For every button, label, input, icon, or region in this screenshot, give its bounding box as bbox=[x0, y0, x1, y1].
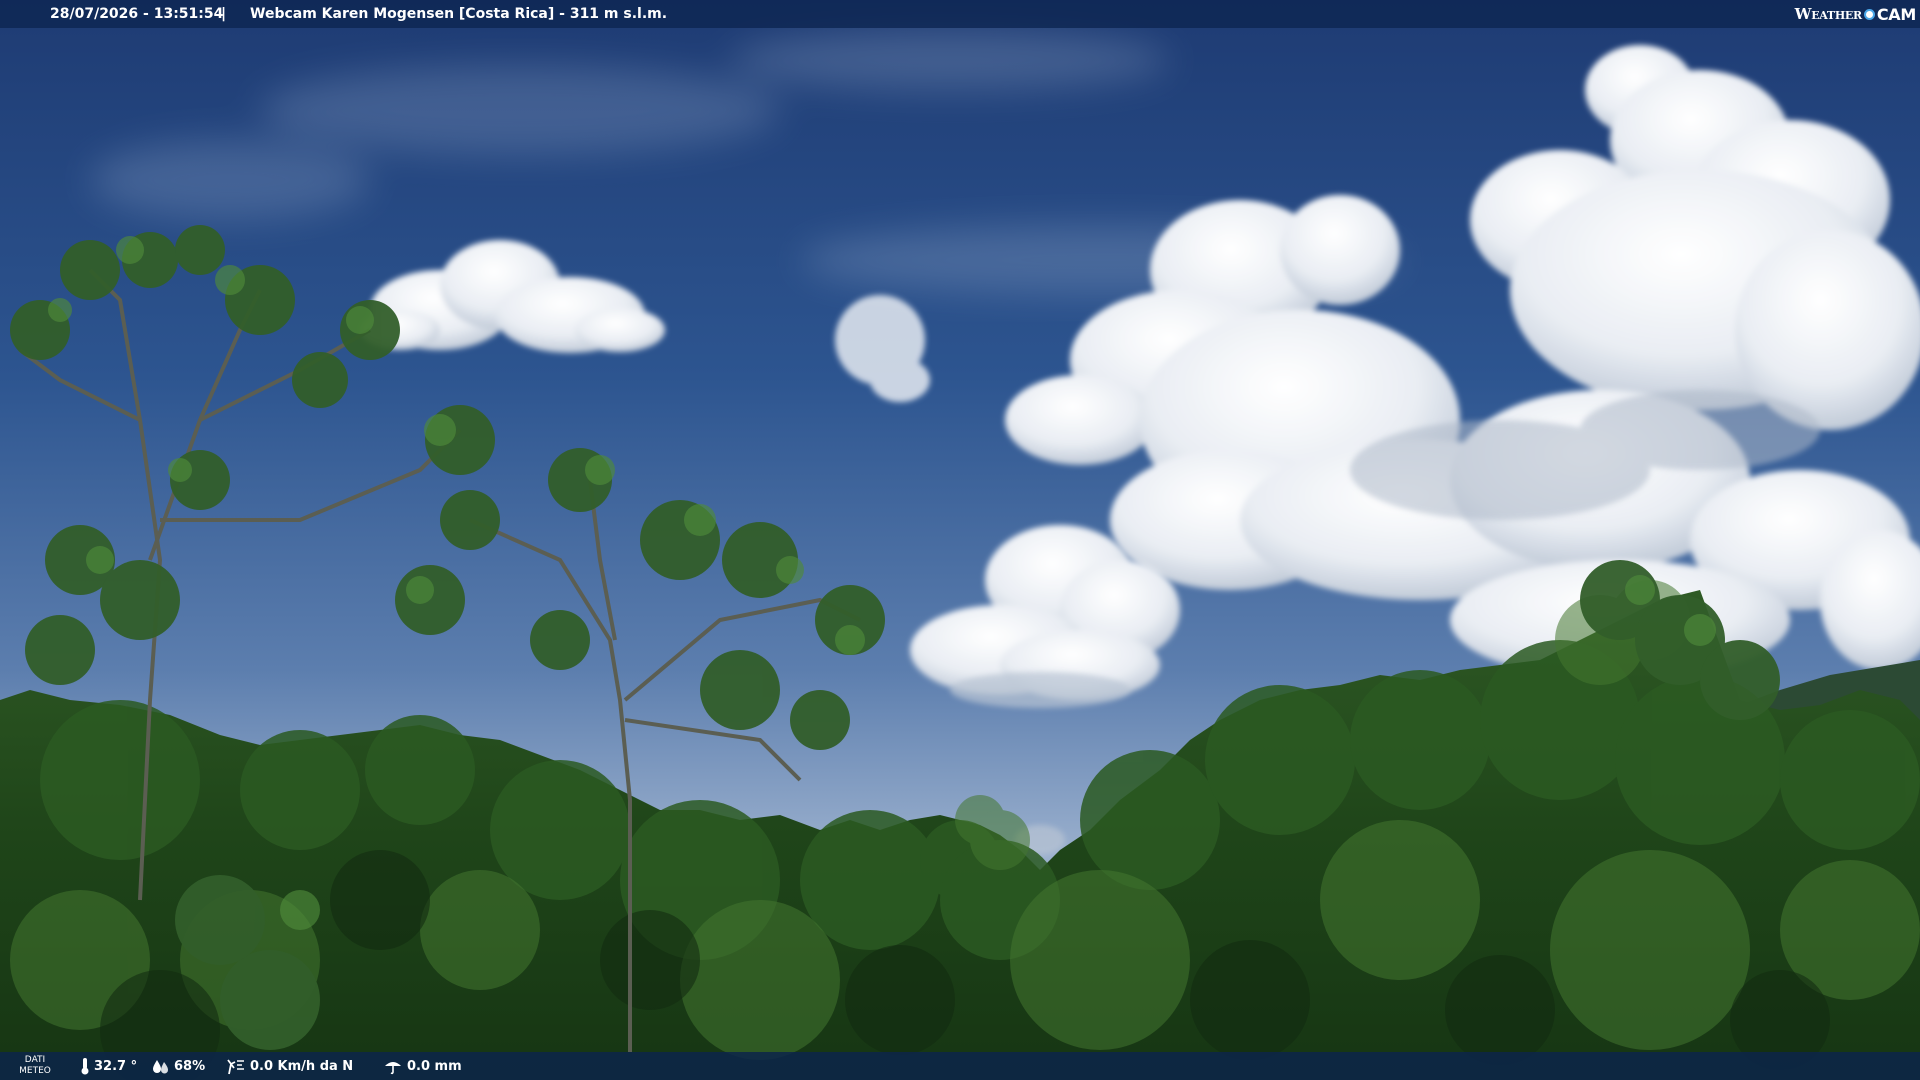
header-separator: | bbox=[221, 6, 227, 22]
meteo-label-line1: DATI bbox=[24, 1055, 46, 1065]
humidity-icon bbox=[153, 1060, 168, 1074]
temperature-reading: 32.7 ° bbox=[80, 1052, 137, 1080]
rain-value: 0.0 mm bbox=[407, 1058, 462, 1074]
timestamp: 28/07/2026 - 13:51:54 bbox=[50, 6, 224, 22]
webcam-title: Webcam Karen Mogensen [Costa Rica] - 311… bbox=[250, 6, 668, 22]
webcam-image bbox=[0, 0, 1920, 1080]
rain-reading: 0.0 mm bbox=[383, 1052, 462, 1080]
temperature-value: 32.7 ° bbox=[94, 1058, 138, 1074]
humidity-reading: 68% bbox=[152, 1052, 205, 1080]
thermometer-icon bbox=[81, 1058, 89, 1075]
wind-icon bbox=[227, 1059, 244, 1075]
wind-value: 0.0 Km/h da N bbox=[250, 1058, 354, 1074]
meteo-label-line2: METEO bbox=[19, 1066, 51, 1076]
weather-data-bar: DATI METEO 32.7 ° 68% 0.0 Km/h da N 0.0 … bbox=[0, 1052, 1920, 1080]
rain-icon bbox=[385, 1062, 401, 1075]
webcam-header-bar: 28/07/2026 - 13:51:54 | Webcam Karen Mog… bbox=[0, 0, 1920, 28]
humidity-value: 68% bbox=[174, 1058, 206, 1074]
logo-text-cam: CAM bbox=[1876, 4, 1916, 24]
logo-dot-icon bbox=[1863, 8, 1875, 20]
logo-text-weather: Weather bbox=[1794, 5, 1862, 23]
wind-reading: 0.0 Km/h da N bbox=[226, 1052, 353, 1080]
meteo-data-label: DATI METEO bbox=[18, 1055, 52, 1077]
weathercam-logo[interactable]: Weather CAM bbox=[1794, 2, 1917, 26]
